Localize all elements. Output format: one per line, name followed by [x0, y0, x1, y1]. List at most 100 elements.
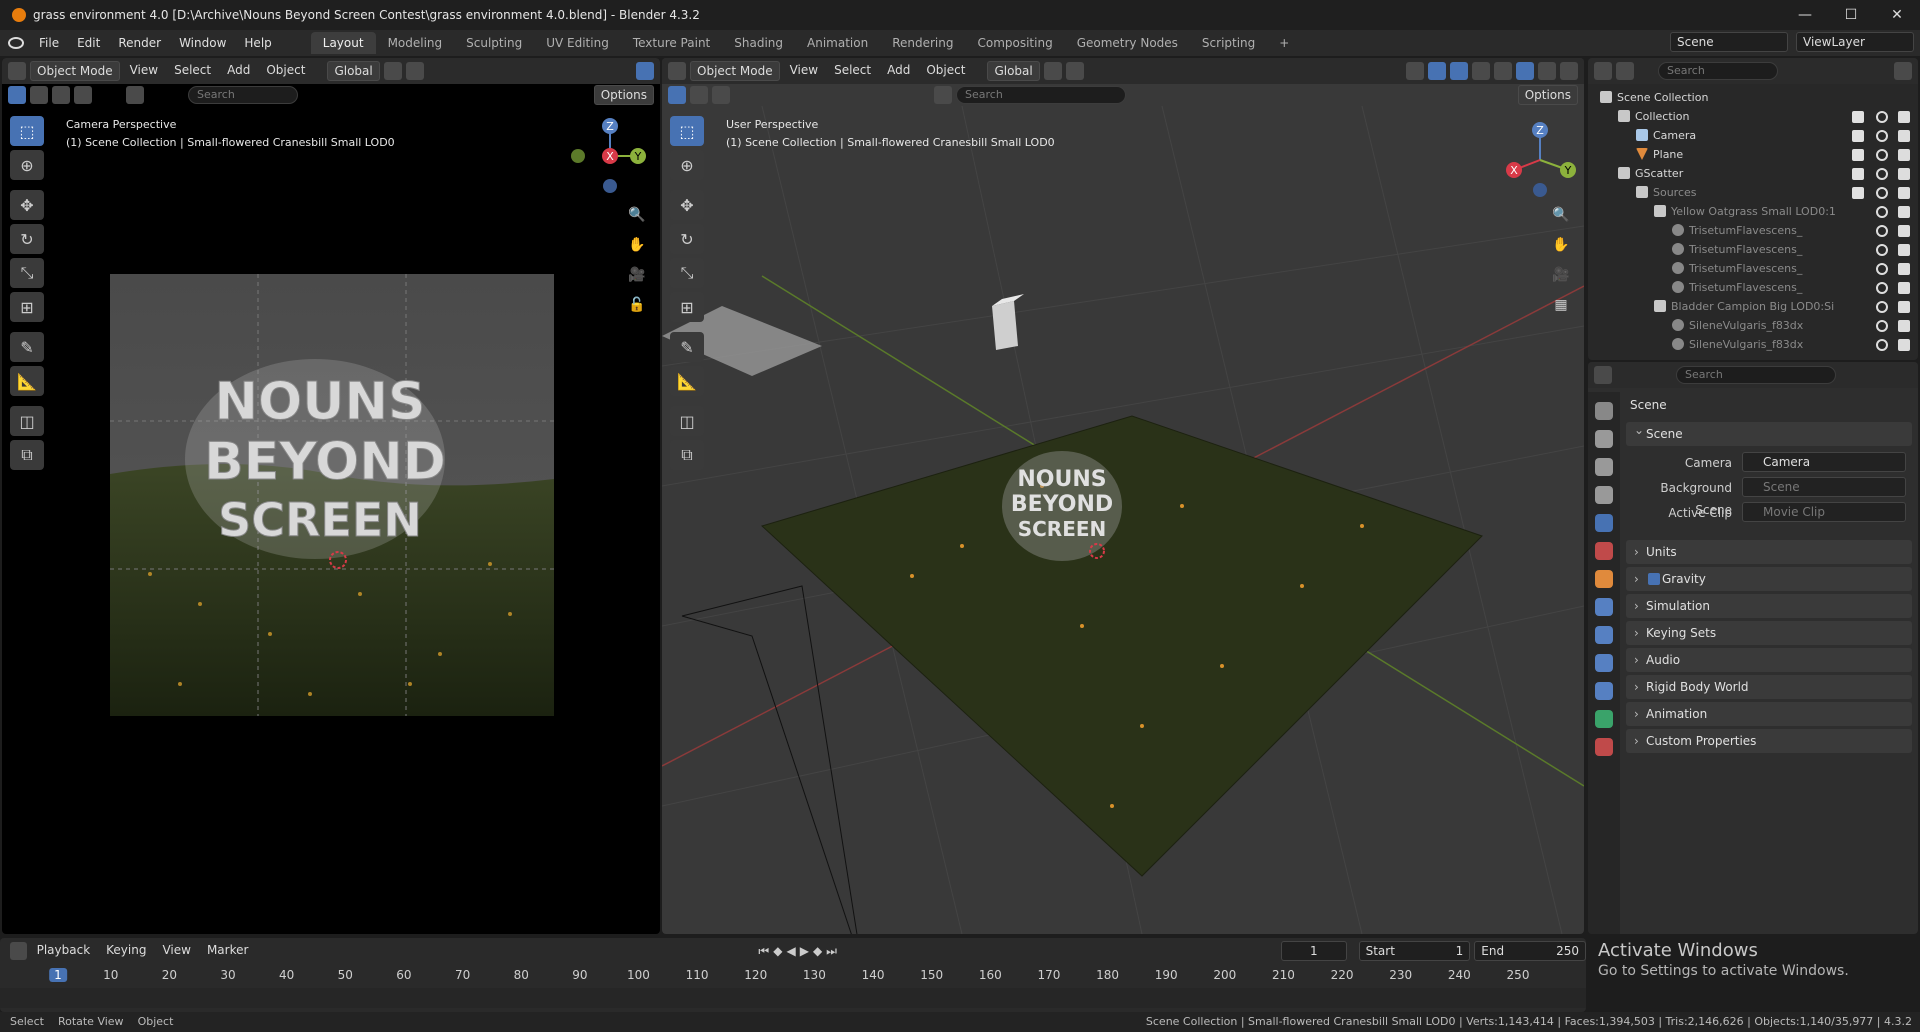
xray-icon[interactable] — [1472, 62, 1490, 80]
filter-icon[interactable] — [126, 86, 144, 104]
properties-editor-type-icon[interactable] — [1594, 366, 1612, 384]
tab-geometry-nodes[interactable]: Geometry Nodes — [1065, 32, 1190, 54]
maximize-button[interactable]: ☐ — [1828, 0, 1874, 30]
object-tab-icon[interactable] — [1595, 570, 1613, 588]
render-toggle-icon[interactable] — [1898, 168, 1910, 180]
menu-edit[interactable]: Edit — [68, 36, 109, 50]
right-gizmo-neg-z-axis[interactable] — [1533, 183, 1547, 197]
outliner-row[interactable]: TrisetumFlavescens_ — [1588, 240, 1918, 260]
left-mode-dropdown[interactable]: Object Mode — [30, 61, 120, 81]
exclude-checkbox[interactable] — [1852, 149, 1864, 161]
snap-icon[interactable] — [383, 62, 402, 80]
select-invert-icon[interactable] — [74, 86, 92, 104]
select-extend-icon[interactable] — [30, 86, 48, 104]
scene-panel-header[interactable]: Scene — [1626, 418, 1912, 446]
play-icon[interactable]: ▶ — [800, 944, 809, 958]
jump-end-icon[interactable]: ⏭ — [826, 944, 837, 959]
start-frame-field[interactable]: Start 1 — [1358, 941, 1471, 961]
custom-properties-panel[interactable]: Custom Properties — [1626, 729, 1912, 753]
world-tab-icon[interactable] — [1595, 542, 1613, 560]
jump-start-icon[interactable]: ⏮ — [758, 944, 769, 959]
transform-tool-icon[interactable]: ⊞ — [10, 292, 44, 322]
animation-panel[interactable]: Animation — [1626, 702, 1912, 726]
gizmo-toggle-icon[interactable] — [1428, 62, 1446, 80]
left-options-button[interactable]: Options — [593, 85, 654, 105]
data-tab-icon[interactable] — [1595, 710, 1613, 728]
right-editor-type-icon[interactable] — [668, 62, 686, 80]
editor-type-icon[interactable] — [8, 62, 26, 80]
units-panel[interactable]: Units — [1626, 540, 1912, 564]
solid-shading-icon[interactable] — [1516, 62, 1534, 80]
outliner-row[interactable]: TrisetumFlavescens_ — [1588, 259, 1918, 279]
render-toggle-icon[interactable] — [1898, 263, 1910, 275]
timeline-menu-view[interactable]: View — [156, 941, 196, 961]
render-toggle-icon[interactable] — [1898, 301, 1910, 313]
material-shading-icon[interactable] — [1538, 62, 1556, 80]
right-annotate-tool-icon[interactable]: ✎ — [670, 332, 704, 362]
background-scene-field[interactable]: Scene — [1742, 477, 1906, 497]
select-mode-icon[interactable] — [8, 86, 26, 104]
menu-help[interactable]: Help — [235, 36, 280, 50]
timeline-menu-keying[interactable]: Keying — [100, 941, 152, 961]
visibility-eye-icon[interactable] — [1876, 168, 1888, 180]
menu-render[interactable]: Render — [109, 36, 170, 50]
render-toggle-icon[interactable] — [1898, 187, 1910, 199]
tool-tab-icon[interactable] — [1595, 402, 1613, 420]
left-viewport[interactable]: Object Mode View Select Add Object Globa… — [2, 58, 660, 934]
gizmo-neg-y-axis[interactable] — [571, 149, 585, 163]
right-rotate-tool-icon[interactable]: ↻ — [670, 224, 704, 254]
exclude-checkbox[interactable] — [1852, 168, 1864, 180]
render-toggle-icon[interactable] — [1898, 111, 1910, 123]
outliner-filter-icon[interactable] — [1894, 62, 1912, 80]
outliner-row[interactable]: Collection — [1588, 107, 1918, 127]
tab-rendering[interactable]: Rendering — [880, 32, 965, 54]
right-camera-view-icon[interactable]: 🎥 — [1550, 264, 1572, 286]
next-keyframe-icon[interactable]: ◆ — [813, 944, 822, 958]
outliner-row[interactable]: Camera — [1588, 126, 1918, 146]
render-toggle-icon[interactable] — [1898, 130, 1910, 142]
right-cursor-tool-icon[interactable]: ⊕ — [670, 150, 704, 180]
render-tab-icon[interactable] — [1595, 430, 1613, 448]
render-toggle-icon[interactable] — [1898, 282, 1910, 294]
left-menu-add[interactable]: Add — [221, 61, 256, 81]
outliner-row[interactable]: Plane — [1588, 145, 1918, 165]
timeline-ruler[interactable]: 1 10 20 30 40 50 60 70 80 90 100 110 120 130 140 150 160… — [0, 966, 1586, 986]
proportional-edit-icon[interactable] — [405, 62, 424, 80]
outliner-row[interactable]: TrisetumFlavescens_ — [1588, 278, 1918, 298]
overlay-toggle-icon[interactable] — [1450, 62, 1468, 80]
active-clip-field[interactable]: Movie Clip — [1742, 502, 1906, 522]
right-viewport[interactable]: Object Mode View Select Add Object Globa… — [662, 58, 1584, 934]
right-search-input[interactable]: Search — [956, 86, 1126, 104]
right-zoom-icon[interactable]: 🔍 — [1550, 204, 1572, 226]
visibility-eye-icon[interactable] — [1876, 320, 1888, 332]
tab-sculpting[interactable]: Sculpting — [454, 32, 534, 54]
left-orientation-dropdown[interactable]: Global — [327, 61, 380, 81]
outliner-row[interactable]: GScatter — [1588, 164, 1918, 184]
minimize-button[interactable]: — — [1782, 0, 1828, 30]
render-toggle-icon[interactable] — [1898, 225, 1910, 237]
outliner-search-input[interactable]: Search — [1658, 62, 1778, 80]
tab-modeling[interactable]: Modeling — [376, 32, 455, 54]
material-tab-icon[interactable] — [1595, 738, 1613, 756]
scene-tab-icon[interactable] — [1595, 514, 1613, 532]
ortho-grid-icon[interactable]: ▦ — [1550, 294, 1572, 316]
audio-panel[interactable]: Audio — [1626, 648, 1912, 672]
visibility-eye-icon[interactable] — [1876, 301, 1888, 313]
gravity-panel[interactable]: Gravity — [1626, 567, 1912, 591]
play-reverse-icon[interactable]: ◀ — [786, 944, 795, 958]
visibility-eye-icon[interactable] — [1876, 111, 1888, 123]
modifier-tab-icon[interactable] — [1595, 598, 1613, 616]
right-add-cube-tool-icon[interactable]: ◫ — [670, 406, 704, 436]
pan-hand-icon[interactable]: ✋ — [626, 234, 648, 256]
outliner-display-mode-icon[interactable] — [1616, 62, 1634, 80]
tab-shading[interactable]: Shading — [722, 32, 795, 54]
visibility-eye-icon[interactable] — [1876, 187, 1888, 199]
render-toggle-icon[interactable] — [1898, 149, 1910, 161]
end-frame-field[interactable]: End 250 — [1474, 941, 1586, 961]
timeline-menu-playback[interactable]: Playback — [31, 941, 97, 961]
rigid-body-world-panel[interactable]: Rigid Body World — [1626, 675, 1912, 699]
exclude-checkbox[interactable] — [1852, 130, 1864, 142]
tab-scripting[interactable]: Scripting — [1190, 32, 1267, 54]
gizmo-neg-z-axis[interactable] — [603, 179, 617, 193]
render-toggle-icon[interactable] — [1898, 339, 1910, 351]
